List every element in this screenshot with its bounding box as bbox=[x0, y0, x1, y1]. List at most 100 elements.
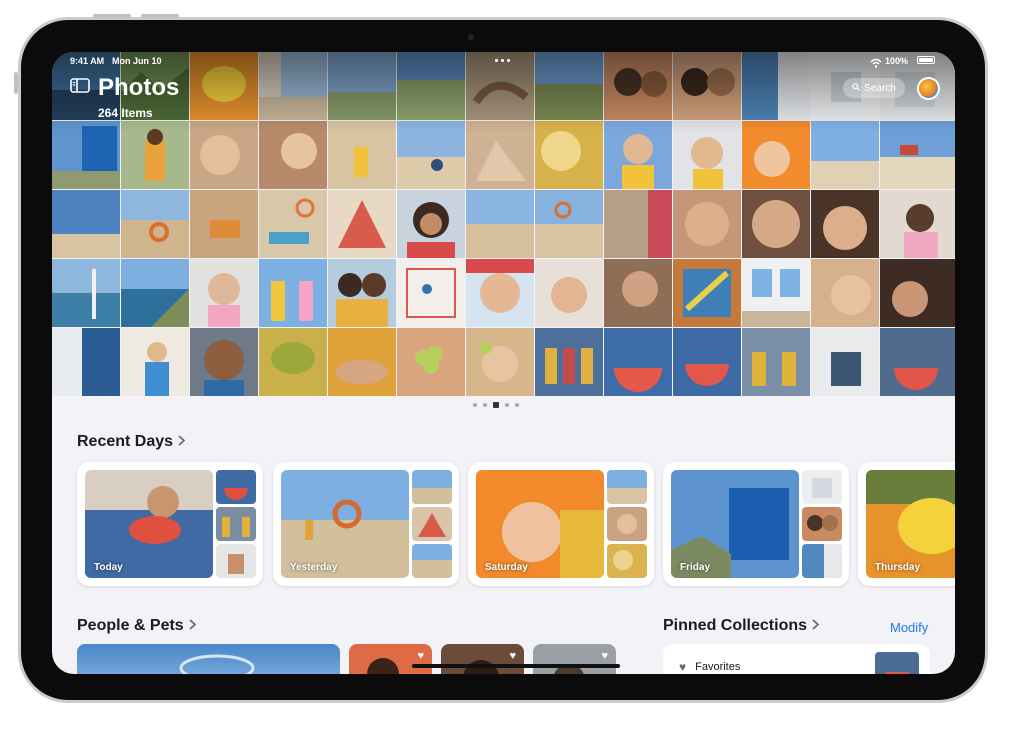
photo-tile[interactable] bbox=[535, 190, 603, 258]
photo-tile[interactable] bbox=[466, 259, 534, 327]
favorites-row[interactable]: ♥ Favorites bbox=[679, 660, 740, 674]
card-thumb bbox=[412, 470, 452, 504]
photo-tile[interactable] bbox=[742, 52, 810, 120]
page-dot[interactable] bbox=[515, 403, 519, 407]
page-dot[interactable] bbox=[505, 403, 509, 407]
page-dot[interactable] bbox=[483, 403, 487, 407]
photo-tile[interactable] bbox=[397, 259, 465, 327]
photo-tile[interactable] bbox=[535, 328, 603, 396]
people-pets-header[interactable]: People & Pets bbox=[77, 617, 197, 635]
photo-tile[interactable] bbox=[880, 259, 955, 327]
home-indicator[interactable] bbox=[412, 664, 620, 668]
recent-day-card[interactable]: Yesterday bbox=[273, 462, 459, 586]
recent-days-header[interactable]: Recent Days bbox=[77, 433, 186, 451]
photo-tile[interactable] bbox=[604, 52, 672, 120]
recent-day-card[interactable]: Saturday bbox=[468, 462, 654, 586]
photo-tile[interactable] bbox=[742, 259, 810, 327]
recent-day-card[interactable]: Today bbox=[77, 462, 263, 586]
photo-tile[interactable] bbox=[397, 190, 465, 258]
photo-tile[interactable] bbox=[742, 190, 810, 258]
photo-tile[interactable] bbox=[52, 190, 120, 258]
page-dot[interactable] bbox=[473, 403, 477, 407]
photo-grid bbox=[52, 52, 955, 396]
photo-tile[interactable] bbox=[328, 328, 396, 396]
photo-tile[interactable] bbox=[121, 328, 189, 396]
photo-tile[interactable] bbox=[259, 259, 327, 327]
photo-tile[interactable] bbox=[190, 121, 258, 189]
photo-tile[interactable] bbox=[397, 121, 465, 189]
photo-tile[interactable] bbox=[190, 52, 258, 120]
photo-tile[interactable] bbox=[604, 190, 672, 258]
photo-tile[interactable] bbox=[121, 259, 189, 327]
search-button[interactable]: Search bbox=[843, 78, 905, 98]
photo-tile[interactable] bbox=[328, 121, 396, 189]
photo-tile[interactable] bbox=[535, 259, 603, 327]
photo-tile[interactable] bbox=[52, 328, 120, 396]
card-thumb bbox=[802, 544, 842, 578]
photo-tile[interactable] bbox=[535, 52, 603, 120]
photo-tile[interactable] bbox=[673, 190, 741, 258]
photo-tile[interactable] bbox=[328, 52, 396, 120]
photo-tile[interactable] bbox=[535, 121, 603, 189]
photo-tile[interactable] bbox=[742, 328, 810, 396]
page-indicator[interactable] bbox=[473, 402, 519, 408]
recent-day-card[interactable]: Thursday bbox=[858, 462, 955, 586]
photo-tile[interactable] bbox=[604, 328, 672, 396]
photo-tile[interactable] bbox=[52, 259, 120, 327]
photo-tile[interactable] bbox=[880, 328, 955, 396]
page-title: Photos bbox=[98, 74, 180, 101]
photo-tile[interactable] bbox=[121, 121, 189, 189]
photo-tile[interactable] bbox=[328, 259, 396, 327]
photo-tile[interactable] bbox=[397, 52, 465, 120]
photo-tile[interactable] bbox=[259, 328, 327, 396]
card-thumb bbox=[216, 470, 256, 504]
avatar[interactable] bbox=[917, 77, 940, 100]
heart-icon[interactable]: ♥ bbox=[509, 650, 516, 662]
card-main-photo: Today bbox=[85, 470, 213, 578]
photo-tile[interactable] bbox=[880, 190, 955, 258]
photo-tile[interactable] bbox=[190, 190, 258, 258]
person-card[interactable]: ♥ bbox=[441, 644, 524, 674]
photo-tile[interactable] bbox=[604, 121, 672, 189]
card-thumb bbox=[607, 544, 647, 578]
status-date: Mon Jun 10 bbox=[112, 56, 162, 66]
heart-icon[interactable]: ♥ bbox=[601, 650, 608, 662]
grid-page-icon[interactable] bbox=[493, 402, 499, 408]
photo-tile[interactable] bbox=[673, 259, 741, 327]
person-card[interactable]: ♥ bbox=[533, 644, 616, 674]
heart-icon[interactable]: ♥ bbox=[417, 650, 424, 662]
photo-tile[interactable] bbox=[190, 259, 258, 327]
photo-tile[interactable] bbox=[259, 190, 327, 258]
photo-tile[interactable] bbox=[466, 121, 534, 189]
recent-day-card[interactable]: Friday bbox=[663, 462, 849, 586]
search-label: Search bbox=[864, 82, 896, 94]
photo-tile[interactable] bbox=[673, 328, 741, 396]
photo-tile[interactable] bbox=[397, 328, 465, 396]
photo-tile[interactable] bbox=[190, 328, 258, 396]
camera bbox=[468, 34, 474, 40]
photo-tile[interactable] bbox=[811, 121, 879, 189]
chevron-right-icon bbox=[178, 433, 186, 451]
photo-tile[interactable] bbox=[742, 121, 810, 189]
photo-tile[interactable] bbox=[811, 190, 879, 258]
photo-tile[interactable] bbox=[673, 52, 741, 120]
photo-tile[interactable] bbox=[328, 190, 396, 258]
photo-tile[interactable] bbox=[811, 328, 879, 396]
people-card[interactable] bbox=[77, 644, 340, 674]
photo-tile[interactable] bbox=[121, 190, 189, 258]
photo-tile[interactable] bbox=[52, 121, 120, 189]
photo-tile[interactable] bbox=[466, 52, 534, 120]
photo-tile[interactable] bbox=[604, 259, 672, 327]
photo-tile[interactable] bbox=[811, 259, 879, 327]
photo-tile[interactable] bbox=[880, 121, 955, 189]
photo-tile[interactable] bbox=[259, 52, 327, 120]
photo-tile[interactable] bbox=[259, 121, 327, 189]
person-card[interactable]: ♥ bbox=[349, 644, 432, 674]
more-dots-icon[interactable] bbox=[495, 59, 510, 62]
photo-tile[interactable] bbox=[673, 121, 741, 189]
sidebar-icon[interactable] bbox=[70, 78, 90, 98]
photo-tile[interactable] bbox=[466, 328, 534, 396]
photo-tile[interactable] bbox=[466, 190, 534, 258]
modify-button[interactable]: Modify bbox=[890, 620, 928, 635]
pinned-collections-header[interactable]: Pinned Collections bbox=[663, 617, 820, 635]
